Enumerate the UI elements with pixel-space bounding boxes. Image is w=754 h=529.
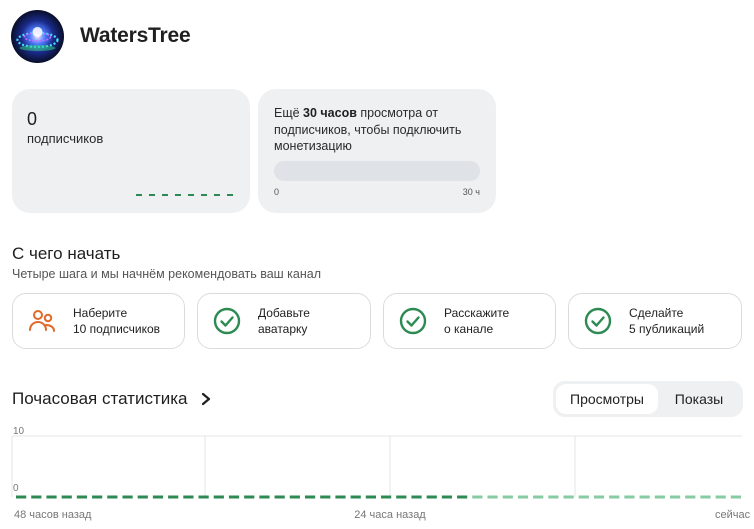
monetization-prefix: Ещё [274,106,304,120]
step-line: Наберите [73,306,128,320]
step-subscribers[interactable]: Наберите 10 подписчиков [12,293,185,349]
chart-x-tick-label: 24 часа назад [354,509,426,521]
monetization-card[interactable]: Ещё 30 часов просмотра от подписчиков, ч… [258,89,496,213]
subscribers-card[interactable]: 0 подписчиков [12,89,250,213]
check-circle-icon [213,307,241,335]
chart-y-tick-label: 10 [13,426,25,437]
hourly-stats-link[interactable]: Почасовая статистика [12,389,212,409]
hourly-stats-title: Почасовая статистика [12,389,188,408]
chevron-right-icon [201,392,210,406]
step-line: Расскажите [444,306,510,320]
onboarding-subtitle: Четыре шага и мы начнём рекомендовать ва… [12,267,322,281]
step-avatar[interactable]: Добавьте аватарку [197,293,371,349]
hourly-chart: 10 0 48 часов назад 24 часа назад сейчас [11,426,751,521]
subscribers-label: подписчиков [27,131,104,146]
step-publications-text: Сделайте 5 публикаций [629,305,704,337]
chart-x-tick-label: сейчас [715,509,751,521]
metric-toggle: Просмотры Показы [553,381,743,417]
channel-header: WatersTree [11,9,191,63]
step-about-text: Расскажите о канале [444,305,509,337]
led-fountain-avatar-icon[interactable] [11,9,64,63]
progress-min-label: 0 [274,187,280,197]
check-circle-icon [399,307,427,335]
step-line: Добавьте [258,306,310,320]
onboarding-title: С чего начать [12,244,121,263]
channel-name: WatersTree [80,24,191,47]
subscribers-count: 0 [27,109,38,129]
step-subscribers-text: Наберите 10 подписчиков [73,305,160,337]
chart-x-tick-label: 48 часов назад [14,509,92,521]
step-line: 5 публикаций [629,322,705,336]
chart-y-tick-label: 0 [13,483,19,494]
step-line: аватарку [258,322,308,336]
monetization-hours: 30 часов [303,106,357,120]
check-circle-icon [584,307,612,335]
step-avatar-text: Добавьте аватарку [258,305,310,337]
users-icon [29,310,55,332]
step-publications[interactable]: Сделайте 5 публикаций [568,293,742,349]
tab-views[interactable]: Просмотры [556,384,658,414]
subscribers-sparkline [136,194,236,196]
tab-impressions[interactable]: Показы [658,384,740,414]
step-line: 10 подписчиков [73,322,161,336]
step-line: Сделайте [629,306,684,320]
progress-max-label: 30 ч [462,187,480,197]
monetization-text: Ещё 30 часов просмотра от подписчиков, ч… [274,105,484,155]
step-line: о канале [444,322,494,336]
monetization-progress-bar [274,161,480,181]
step-about[interactable]: Расскажите о канале [383,293,556,349]
